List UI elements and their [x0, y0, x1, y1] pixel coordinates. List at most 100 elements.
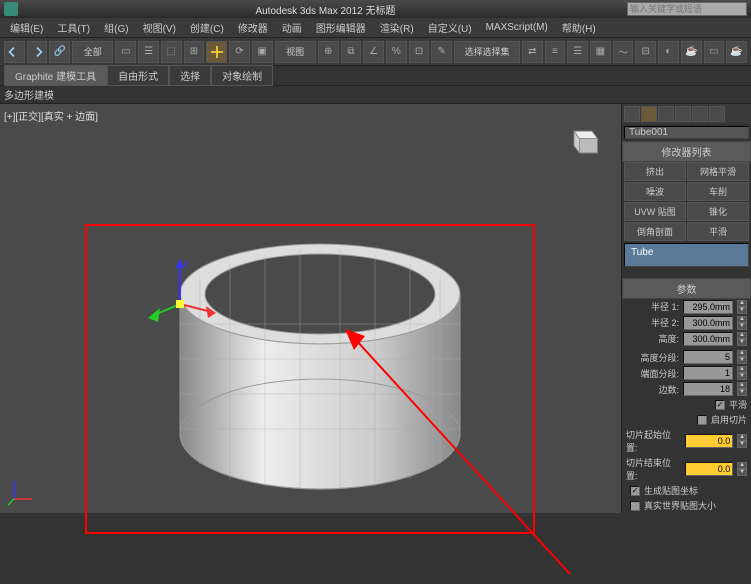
- param-capsegs: 端面分段: 1 ▲▼: [622, 365, 751, 381]
- title-bar: Autodesk 3ds Max 2012 无标题: [0, 0, 751, 18]
- height-spin-buttons[interactable]: ▲▼: [737, 332, 747, 346]
- modify-tab-icon[interactable]: [641, 106, 657, 122]
- mod-extrude[interactable]: 挤出: [624, 162, 686, 181]
- menu-animation[interactable]: 动画: [276, 18, 308, 37]
- mod-noise[interactable]: 噪波: [624, 182, 686, 201]
- height-spinner[interactable]: 300.0mm: [683, 332, 733, 346]
- mirror-button[interactable]: ⇄: [522, 41, 543, 63]
- render-frame-button[interactable]: ▭: [704, 41, 725, 63]
- snap-toggle[interactable]: ⧉: [341, 41, 362, 63]
- heightsegs-spinner[interactable]: 5: [683, 350, 733, 364]
- rect-select-button[interactable]: ⬚: [161, 41, 182, 63]
- layers-button[interactable]: ☰: [567, 41, 588, 63]
- object-name-field[interactable]: Tube001: [624, 126, 749, 139]
- capsegs-spinner[interactable]: 1: [683, 366, 733, 380]
- transform-gizmo[interactable]: z: [140, 254, 220, 334]
- pivot-button[interactable]: ⊕: [318, 41, 339, 63]
- selection-filter[interactable]: 全部: [72, 41, 113, 63]
- motion-tab-icon[interactable]: [675, 106, 691, 122]
- ref-coord-system[interactable]: 视图: [275, 41, 316, 63]
- percent-snap[interactable]: %: [386, 41, 407, 63]
- mod-bevelprofile[interactable]: 倒角剖面: [624, 222, 686, 241]
- named-selection-set[interactable]: 选择选择集: [454, 41, 520, 63]
- viewport[interactable]: [+][正交][真实 + 边面] GXI 网 z: [0, 104, 621, 513]
- main-toolbar: 🔗 全部 ▭ ☰ ⬚ ⊞ ⟳ ▣ 视图 ⊕ ⧉ ∠ % ⊡ ✎ 选择选择集 ⇄ …: [0, 38, 751, 66]
- link-button[interactable]: 🔗: [49, 41, 70, 63]
- ribbon-subtabs: 多边形建模: [0, 86, 751, 104]
- select-name-button[interactable]: ☰: [138, 41, 159, 63]
- gencoords-checkbox[interactable]: ✓: [630, 486, 640, 496]
- mod-uvwmap[interactable]: UVW 贴图: [624, 202, 686, 221]
- select-button[interactable]: ▭: [115, 41, 136, 63]
- radius1-spin-buttons[interactable]: ▲▼: [737, 300, 747, 314]
- menu-create[interactable]: 创建(C): [184, 18, 230, 37]
- menu-modifiers[interactable]: 修改器: [232, 18, 274, 37]
- smooth-checkbox[interactable]: ✓: [715, 400, 725, 410]
- sides-spinner[interactable]: 18: [683, 382, 733, 396]
- world-axis-icon: [6, 477, 36, 507]
- mod-meshsmooth[interactable]: 网格平滑: [687, 162, 749, 181]
- angle-snap[interactable]: ∠: [363, 41, 384, 63]
- stack-item-tube[interactable]: Tube: [627, 246, 657, 259]
- viewport-label[interactable]: [+][正交][真实 + 边面]: [4, 108, 98, 123]
- material-editor-button[interactable]: ◐: [658, 41, 679, 63]
- slicefrom-spin-buttons[interactable]: ▲▼: [737, 434, 747, 448]
- param-realworld: 真实世界贴图大小: [622, 498, 751, 513]
- sliceto-label: 切片结束位置:: [626, 456, 681, 482]
- modifier-stack[interactable]: Tube: [624, 243, 749, 267]
- menu-help[interactable]: 帮助(H): [556, 18, 602, 37]
- curve-editor-button[interactable]: 〜: [613, 41, 634, 63]
- radius1-spinner[interactable]: 295.0mm: [683, 300, 733, 314]
- tab-graphite[interactable]: Graphite 建模工具: [4, 65, 107, 86]
- menu-graph[interactable]: 图形编辑器: [310, 18, 372, 37]
- schematic-view-button[interactable]: ⊟: [635, 41, 656, 63]
- sliceto-spinner[interactable]: 0.0: [685, 462, 734, 476]
- menu-render[interactable]: 渲染(R): [374, 18, 420, 37]
- sides-spin-buttons[interactable]: ▲▼: [737, 382, 747, 396]
- realworld-checkbox[interactable]: [630, 501, 640, 511]
- menu-maxscript[interactable]: MAXScript(M): [480, 20, 554, 35]
- help-search-input[interactable]: [627, 2, 747, 16]
- menu-view[interactable]: 视图(V): [137, 18, 182, 37]
- edit-named-sel[interactable]: ✎: [431, 41, 452, 63]
- menu-edit[interactable]: 编辑(E): [4, 18, 49, 37]
- radius2-spinner[interactable]: 300.0mm: [683, 316, 733, 330]
- slicefrom-label: 切片起始位置:: [626, 428, 681, 454]
- radius2-spin-buttons[interactable]: ▲▼: [737, 316, 747, 330]
- mod-lathe[interactable]: 车削: [687, 182, 749, 201]
- mod-taper[interactable]: 锥化: [687, 202, 749, 221]
- create-tab-icon[interactable]: [624, 106, 640, 122]
- param-sliceon: 启用切片: [622, 412, 751, 427]
- move-button[interactable]: [206, 41, 227, 63]
- window-crossing-button[interactable]: ⊞: [184, 41, 205, 63]
- viewcube[interactable]: [565, 124, 601, 160]
- menu-tools[interactable]: 工具(T): [51, 18, 96, 37]
- rotate-button[interactable]: ⟳: [229, 41, 250, 63]
- params-rollout-header[interactable]: 参数: [622, 278, 751, 299]
- capsegs-spin-buttons[interactable]: ▲▼: [737, 366, 747, 380]
- tab-objectpaint[interactable]: 对象绘制: [211, 65, 273, 86]
- render-setup-button[interactable]: ☕: [681, 41, 702, 63]
- menu-group[interactable]: 组(G): [98, 18, 134, 37]
- sliceon-checkbox[interactable]: [697, 415, 707, 425]
- scale-button[interactable]: ▣: [252, 41, 273, 63]
- command-panel-tabs: [622, 104, 751, 124]
- hierarchy-tab-icon[interactable]: [658, 106, 674, 122]
- sliceto-spin-buttons[interactable]: ▲▼: [737, 462, 747, 476]
- utilities-tab-icon[interactable]: [709, 106, 725, 122]
- spinner-snap[interactable]: ⊡: [409, 41, 430, 63]
- menu-customize[interactable]: 自定义(U): [422, 18, 478, 37]
- tab-freeform[interactable]: 自由形式: [107, 65, 169, 86]
- align-button[interactable]: ≡: [545, 41, 566, 63]
- mod-smooth[interactable]: 平滑: [687, 222, 749, 241]
- display-tab-icon[interactable]: [692, 106, 708, 122]
- modifier-list-dropdown[interactable]: 修改器列表: [622, 141, 751, 162]
- redo-button[interactable]: [27, 41, 48, 63]
- tab-selection[interactable]: 选择: [169, 65, 211, 86]
- render-button[interactable]: ☕: [726, 41, 747, 63]
- slicefrom-spinner[interactable]: 0.0: [685, 434, 734, 448]
- heightsegs-spin-buttons[interactable]: ▲▼: [737, 350, 747, 364]
- undo-button[interactable]: [4, 41, 25, 63]
- graphite-toggle[interactable]: ▦: [590, 41, 611, 63]
- subtab-polymodel[interactable]: 多边形建模: [4, 87, 54, 102]
